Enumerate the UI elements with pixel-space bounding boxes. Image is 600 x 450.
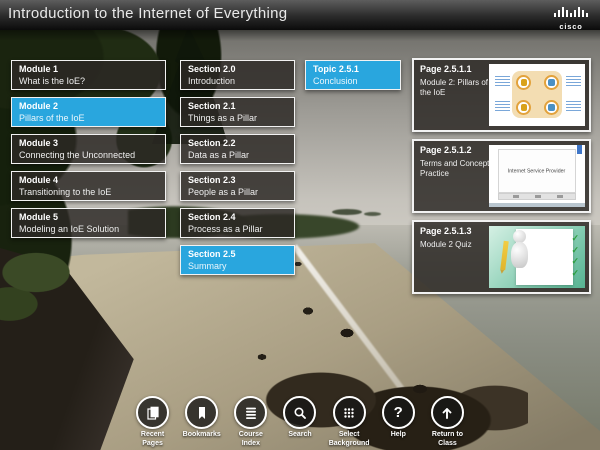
page-subtitle: Terms and Concepts Practice <box>420 159 498 181</box>
page-subtitle: Module 2 Quiz <box>420 240 498 251</box>
toolbar-label: Select Background <box>329 431 370 449</box>
return-to-class-button[interactable]: Return to Class <box>423 396 472 449</box>
toolbar-label: Course Index <box>239 431 263 449</box>
page-item-2-5-1-3[interactable]: Page 2.5.1.3 Module 2 Quiz ✓ ✓ ✓ ✓ <box>412 220 591 294</box>
section-title: Section 2.4 <box>188 212 287 224</box>
data-pillar-icon <box>516 100 531 115</box>
module-item-4[interactable]: Module 4 Transitioning to the IoE <box>11 171 166 201</box>
toolbar-label: Help <box>391 431 406 440</box>
module-title: Module 5 <box>19 212 158 224</box>
header-bar: Introduction to the Internet of Everythi… <box>0 0 600 30</box>
page-thumbnail-isp: Internet Service Provider <box>489 145 585 207</box>
module-title: Module 4 <box>19 175 158 187</box>
topic-subtitle: Conclusion <box>313 76 393 88</box>
section-title: Section 2.5 <box>188 249 287 261</box>
caption-stub <box>566 101 581 112</box>
header-shadow <box>0 30 600 41</box>
isp-slide-title: Internet Service Provider <box>508 168 565 174</box>
slide-footer <box>489 203 585 207</box>
bookmarks-circle <box>185 396 218 429</box>
up-arrow-icon <box>439 405 455 421</box>
course-title: Introduction to the Internet of Everythi… <box>8 5 287 22</box>
return-to-class-circle <box>431 396 464 429</box>
course-index-button[interactable]: Course Index <box>226 396 275 449</box>
page-thumbnail-quiz: ✓ ✓ ✓ ✓ <box>489 226 585 288</box>
section-item-2-0[interactable]: Section 2.0 Introduction <box>180 60 295 90</box>
course-index-circle <box>234 396 267 429</box>
question-mark-icon: ? <box>394 405 403 420</box>
help-circle: ? <box>382 396 415 429</box>
topic-title: Topic 2.5.1 <box>313 64 393 76</box>
recent-pages-circle <box>136 396 169 429</box>
module-subtitle: Pillars of the IoE <box>19 113 158 125</box>
app-window: Introduction to the Internet of Everythi… <box>0 0 600 450</box>
module-item-2-active[interactable]: Module 2 Pillars of the IoE <box>11 97 166 127</box>
select-background-button[interactable]: Select Background <box>325 396 374 449</box>
section-title: Section 2.1 <box>188 101 287 113</box>
slide-controls <box>498 193 576 200</box>
bookmarks-button[interactable]: Bookmarks <box>177 396 226 449</box>
isp-slide: Internet Service Provider <box>498 149 576 193</box>
recent-pages-icon <box>145 405 161 421</box>
bookmark-icon <box>194 405 210 421</box>
toolbar-label: Bookmarks <box>183 431 221 440</box>
recent-pages-button[interactable]: Recent Pages <box>128 396 177 449</box>
module-subtitle: Modeling an IoE Solution <box>19 224 158 236</box>
module-title: Module 1 <box>19 64 158 76</box>
module-item-5[interactable]: Module 5 Modeling an IoE Solution <box>11 208 166 238</box>
bottom-toolbar: Recent Pages Bookmarks Course Index <box>128 396 472 449</box>
section-item-2-2[interactable]: Section 2.2 Data as a Pillar <box>180 134 295 164</box>
section-subtitle: Things as a Pillar <box>188 113 287 125</box>
pencil-icon <box>500 241 508 270</box>
help-button[interactable]: ? Help <box>374 396 423 449</box>
section-title: Section 2.3 <box>188 175 287 187</box>
cisco-logo: cisco <box>551 4 591 31</box>
toolbar-label: Return to Class <box>432 431 463 449</box>
toolbar-label: Search <box>288 431 311 440</box>
figure-body <box>511 242 528 268</box>
list-icon <box>243 405 259 421</box>
module-subtitle: What is the IoE? <box>19 76 158 88</box>
page-thumbnail-pillars <box>489 64 585 126</box>
toolbar-label: Recent Pages <box>141 431 164 449</box>
caption-stub <box>566 76 581 87</box>
select-background-circle <box>333 396 366 429</box>
page-item-2-5-1-1[interactable]: Page 2.5.1.1 Module 2: Pillars of the Io… <box>412 58 591 132</box>
module-item-3[interactable]: Module 3 Connecting the Unconnected <box>11 134 166 164</box>
module-title: Module 3 <box>19 138 158 150</box>
section-item-2-4[interactable]: Section 2.4 Process as a Pillar <box>180 208 295 238</box>
search-circle <box>283 396 316 429</box>
section-subtitle: Data as a Pillar <box>188 150 287 162</box>
cisco-bridge-icon <box>554 7 588 17</box>
module-subtitle: Transitioning to the IoE <box>19 187 158 199</box>
section-subtitle: Introduction <box>188 76 287 88</box>
section-title: Section 2.2 <box>188 138 287 150</box>
process-pillar-icon <box>544 75 559 90</box>
section-item-2-1[interactable]: Section 2.1 Things as a Pillar <box>180 97 295 127</box>
people-pillar-icon <box>516 75 531 90</box>
bookmark-ribbon-icon <box>577 145 582 154</box>
section-title: Section 2.0 <box>188 64 287 76</box>
caption-stub <box>495 101 510 112</box>
topic-item-2-5-1-active[interactable]: Topic 2.5.1 Conclusion <box>305 60 401 90</box>
caption-stub <box>495 76 510 87</box>
search-icon <box>292 405 308 421</box>
page-subtitle: Module 2: Pillars of the IoE <box>420 78 498 100</box>
quiz-checkmarks: ✓ ✓ ✓ ✓ <box>571 233 579 280</box>
section-subtitle: Process as a Pillar <box>188 224 287 236</box>
section-item-2-5-active[interactable]: Section 2.5 Summary <box>180 245 295 275</box>
section-subtitle: People as a Pillar <box>188 187 287 199</box>
module-title: Module 2 <box>19 101 158 113</box>
module-item-1[interactable]: Module 1 What is the IoE? <box>11 60 166 90</box>
search-button[interactable]: Search <box>275 396 324 449</box>
cisco-wordmark: cisco <box>551 23 591 31</box>
page-item-2-5-1-2[interactable]: Page 2.5.1.2 Terms and Concepts Practice… <box>412 139 591 213</box>
things-pillar-icon <box>544 100 559 115</box>
section-item-2-3[interactable]: Section 2.3 People as a Pillar <box>180 171 295 201</box>
grid-dots-icon <box>341 405 357 421</box>
section-subtitle: Summary <box>188 261 287 273</box>
module-subtitle: Connecting the Unconnected <box>19 150 158 162</box>
